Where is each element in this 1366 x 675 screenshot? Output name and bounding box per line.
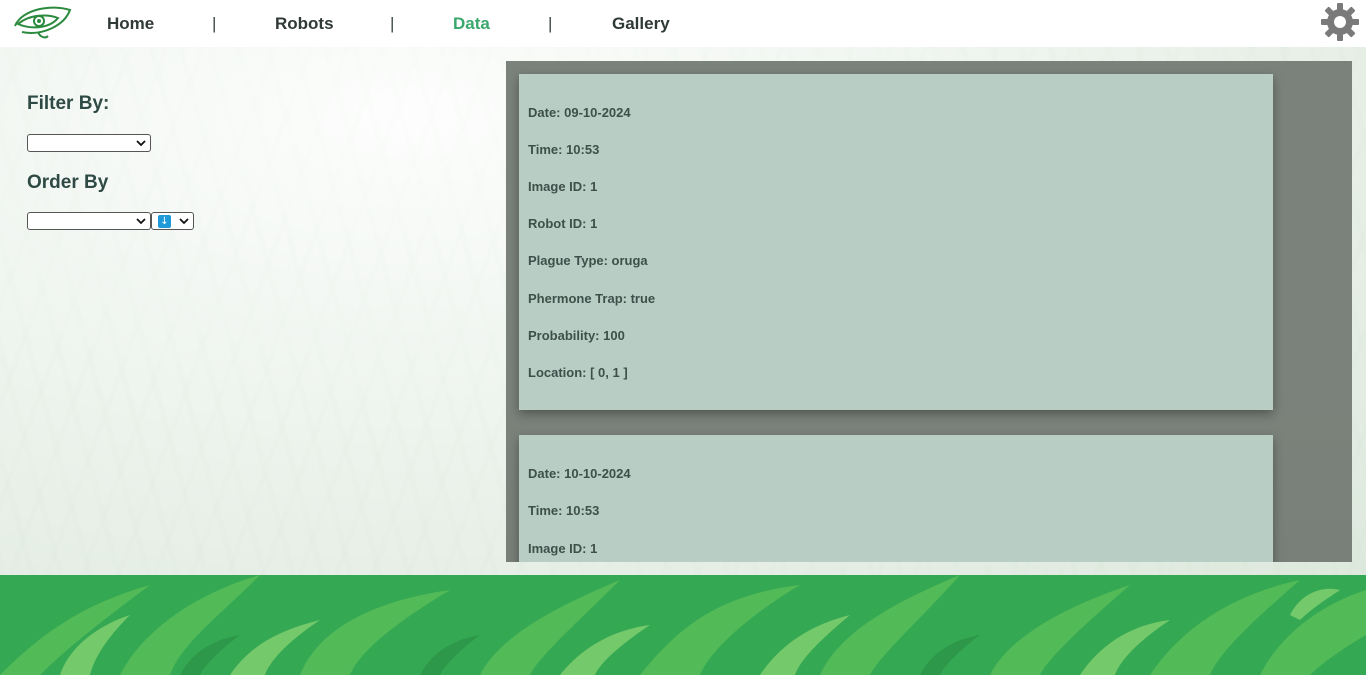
record-phermone-trap: Phermone Trap: true	[528, 291, 656, 306]
nav-link-robots[interactable]: Robots	[275, 14, 334, 34]
chevron-down-icon	[179, 218, 189, 225]
nav-link-data[interactable]: Data	[453, 14, 490, 34]
nav-link-gallery[interactable]: Gallery	[612, 14, 670, 34]
record-date: Date: 09-10-2024	[528, 105, 631, 120]
order-by-heading: Order By	[27, 172, 109, 193]
sort-direction-select[interactable]: ↓	[151, 212, 194, 230]
chevron-down-icon	[136, 140, 146, 147]
record-plague-type: Plague Type: oruga	[528, 253, 648, 268]
top-nav: Home | Robots | Data | Gallery	[0, 0, 1366, 47]
record-image-id: Image ID: 1	[528, 179, 598, 194]
record-probability: Probability: 100	[528, 328, 625, 343]
record-time: Time: 10:53	[528, 503, 600, 518]
nav-link-home[interactable]: Home	[107, 14, 154, 34]
record-time: Time: 10:53	[528, 142, 600, 157]
record-date: Date: 10-10-2024	[528, 466, 631, 481]
record-location: Location: [ 0, 1 ]	[528, 365, 628, 380]
chevron-down-icon	[136, 218, 146, 225]
record-image-id: Image ID: 1	[528, 541, 598, 556]
record-card: Date: 10-10-2024 Time: 10:53 Image ID: 1	[519, 435, 1273, 562]
nav-separator: |	[548, 14, 553, 33]
filter-select[interactable]	[27, 134, 151, 152]
footer-banner	[0, 575, 1366, 675]
nav-separator: |	[390, 14, 395, 33]
order-select[interactable]	[27, 212, 151, 230]
results-panel[interactable]: Date: 09-10-2024 Time: 10:53 Image ID: 1…	[506, 61, 1352, 562]
record-robot-id: Robot ID: 1	[528, 216, 598, 231]
filter-by-heading: Filter By:	[27, 93, 110, 114]
corn-leaves-image	[0, 575, 1366, 675]
gear-icon[interactable]	[1320, 2, 1360, 42]
nav-separator: |	[212, 14, 217, 33]
record-card: Date: 09-10-2024 Time: 10:53 Image ID: 1…	[519, 74, 1273, 410]
leaf-eye-logo[interactable]	[12, 4, 72, 40]
sort-descending-icon: ↓	[158, 215, 171, 228]
